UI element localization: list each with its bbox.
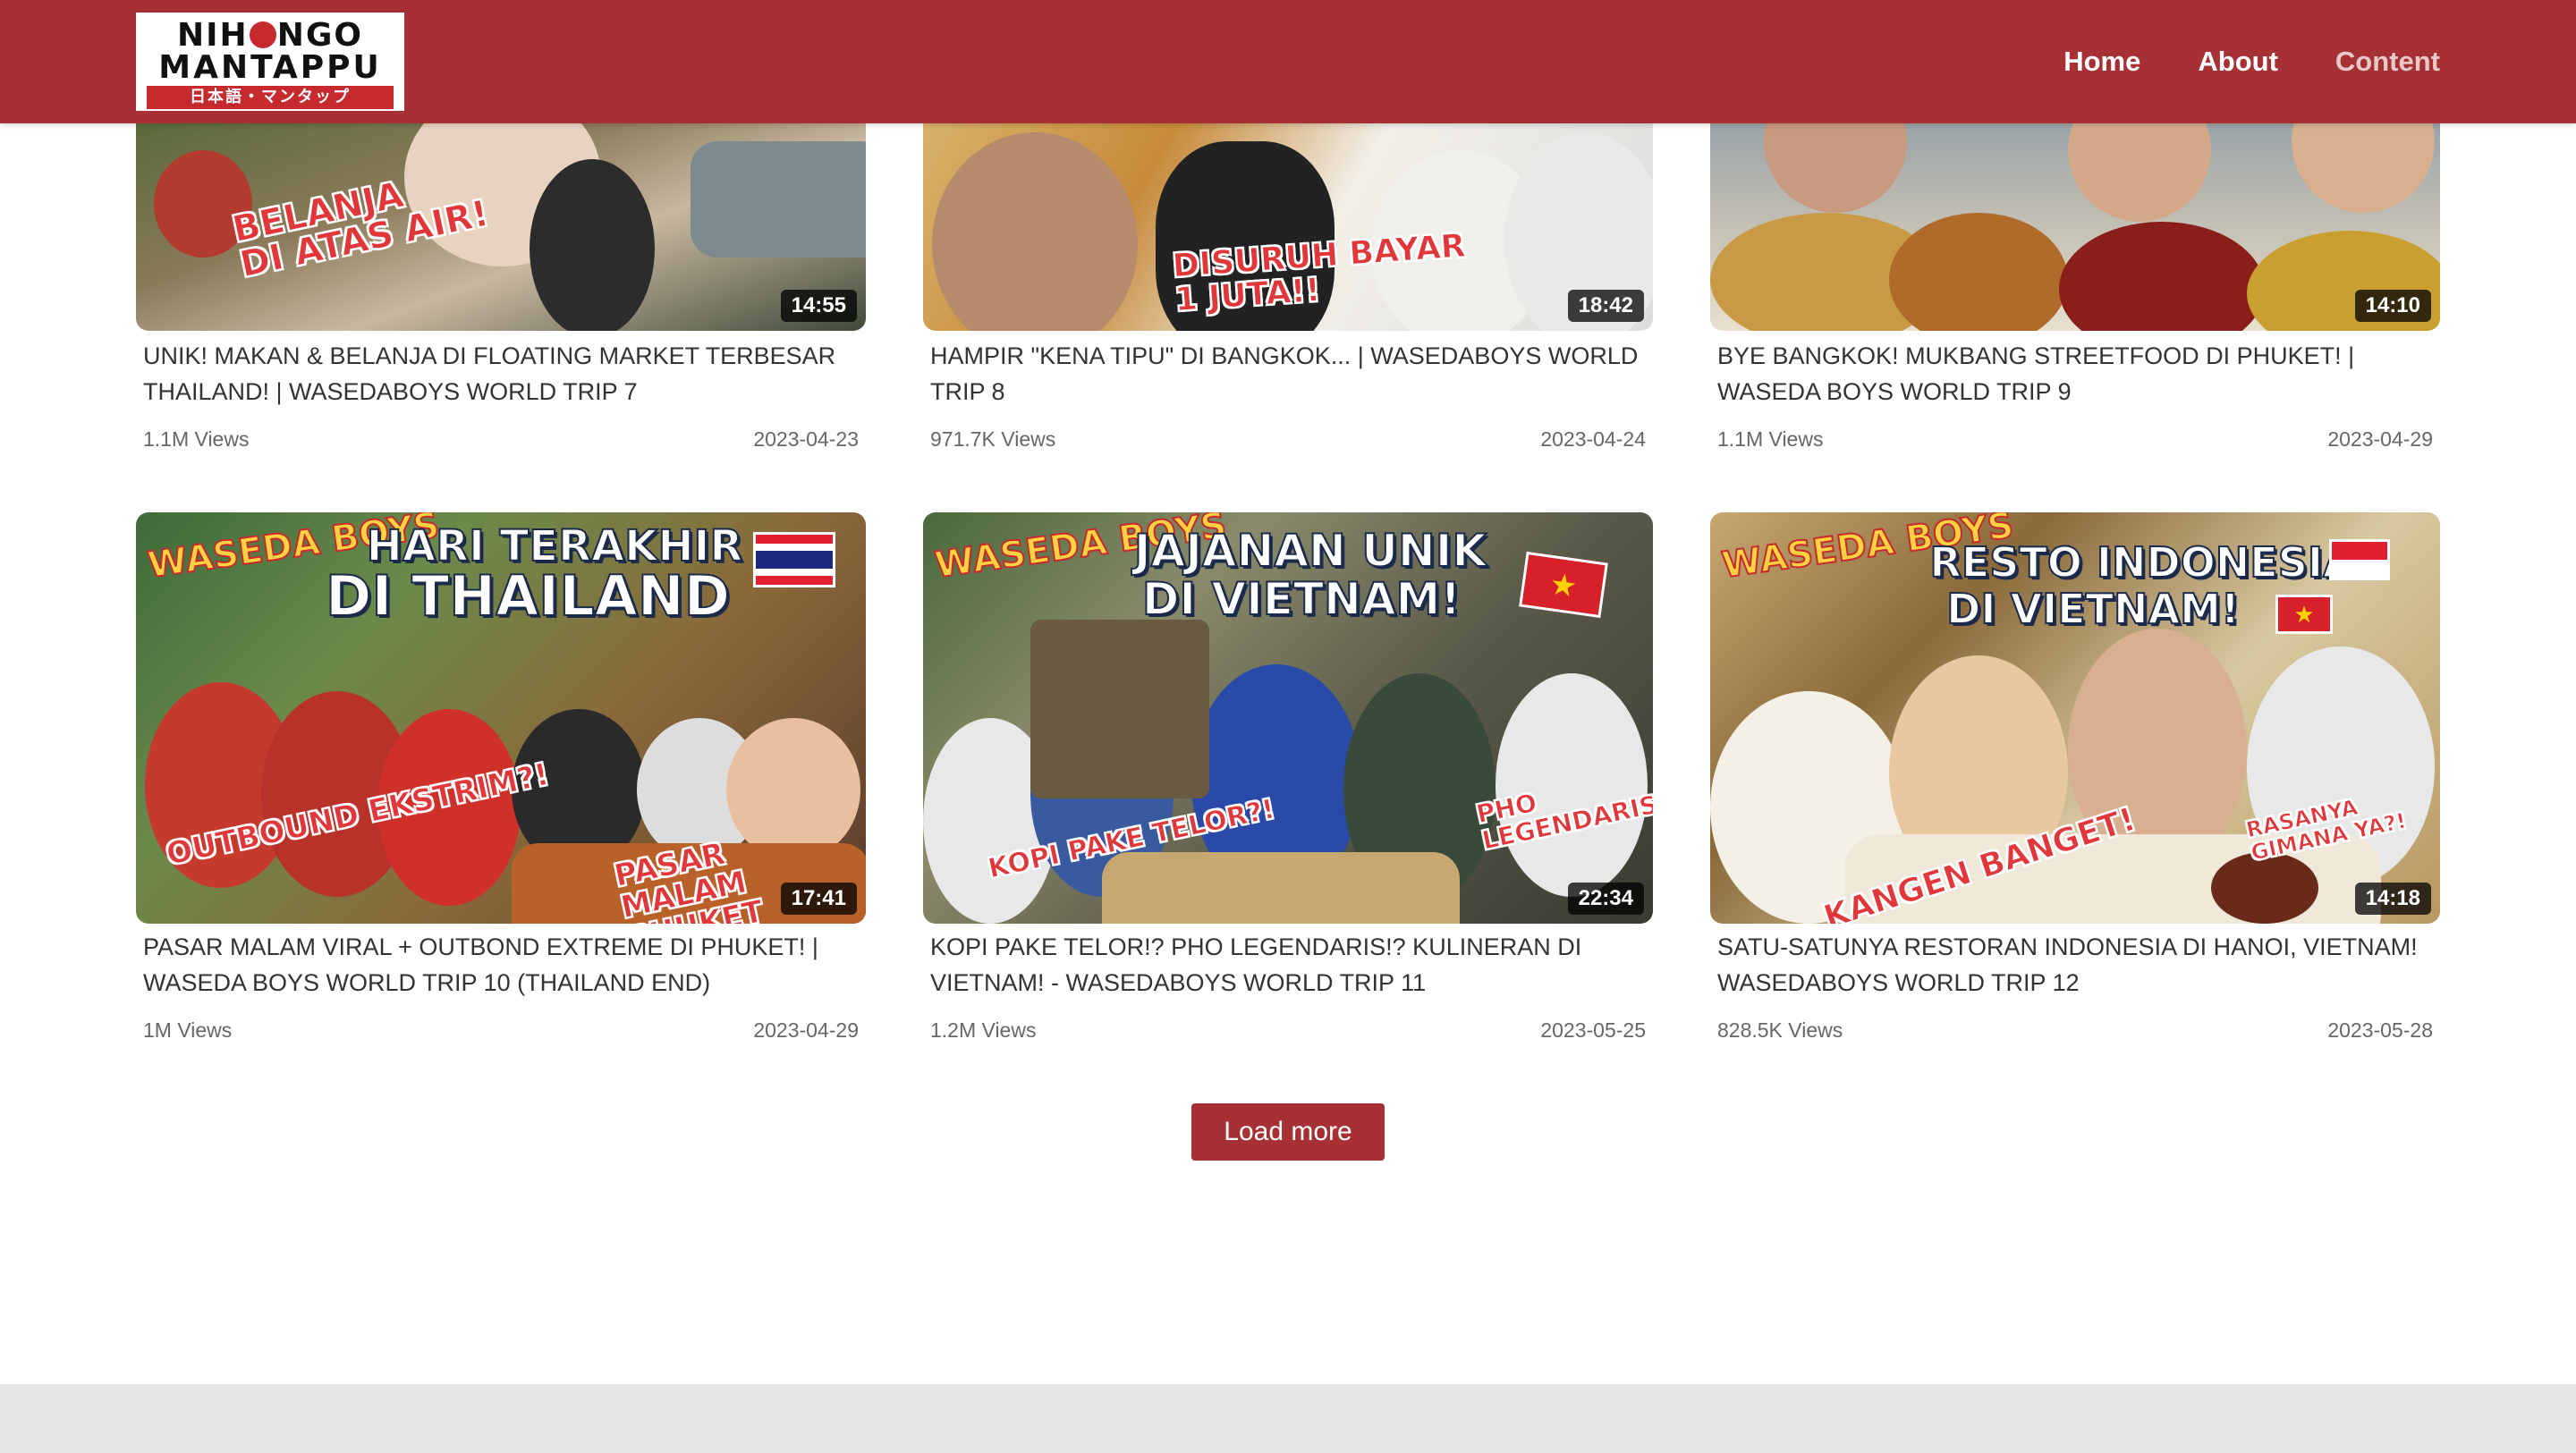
video-meta: 828.5K Views 2023-05-28	[1717, 1018, 2433, 1043]
video-card[interactable]: 14:10 BYE BANGKOK! MUKBANG STREETFOOD DI…	[1710, 123, 2440, 451]
video-card[interactable]: WASEDA BOYS JAJANAN UNIK DI VIETNAM! ★ KO…	[923, 512, 1653, 1042]
video-card[interactable]: WASEDA BOYS RESTO INDONESIA DI VIETNAM! ★…	[1710, 512, 2440, 1042]
video-title[interactable]: UNIK! MAKAN & BELANJA DI FLOATING MARKET…	[143, 338, 859, 410]
video-title[interactable]: HAMPIR "KENA TIPU" DI BANGKOK... | WASED…	[930, 338, 1646, 410]
vietnam-flag-icon: ★	[1519, 551, 1608, 619]
video-meta: 1.1M Views 2023-04-29	[1717, 427, 2433, 452]
thailand-flag-icon	[753, 532, 835, 587]
video-title[interactable]: KOPI PAKE TELOR!? PHO LEGENDARIS!? KULIN…	[930, 929, 1646, 1001]
thumbnail-image	[1710, 123, 2440, 331]
video-title[interactable]: SATU-SATUNYA RESTORAN INDONESIA DI HANOI…	[1717, 929, 2433, 1001]
logo-text-japanese: 日本語・マンタップ	[147, 86, 394, 109]
publish-date: 2023-05-28	[2327, 1018, 2433, 1042]
view-count: 1.2M Views	[930, 1018, 1037, 1042]
duration-badge: 17:41	[780, 883, 857, 915]
site-logo[interactable]: NIH NGO MANTAPPU 日本語・マンタップ	[136, 13, 404, 111]
video-thumbnail[interactable]: WASEDA BOYS HARI TERAKHIR DI THAILAND OUT…	[136, 512, 866, 924]
nav-about[interactable]: About	[2198, 46, 2278, 78]
page: NIH NGO MANTAPPU 日本語・マンタップ Home About Con…	[0, 0, 2576, 1453]
vietnam-flag-icon: ★	[2275, 595, 2333, 634]
video-meta: 1M Views 2023-04-29	[143, 1018, 859, 1043]
publish-date: 2023-04-23	[753, 427, 859, 451]
video-card[interactable]: BELANJA DI ATAS AIR! 14:55 UNIK! MAKAN & …	[136, 123, 866, 451]
video-thumbnail[interactable]: WASEDA BOYS JAJANAN UNIK DI VIETNAM! ★ KO…	[923, 512, 1653, 924]
view-count: 1M Views	[143, 1018, 233, 1042]
duration-badge: 14:10	[2354, 290, 2431, 322]
main-nav: Home About Content	[2063, 0, 2440, 123]
view-count: 1.1M Views	[143, 427, 250, 451]
publish-date: 2023-05-25	[1540, 1018, 1646, 1042]
duration-badge: 14:18	[2354, 883, 2431, 915]
logo-text-nihongo: NIH NGO	[177, 17, 363, 54]
video-thumbnail[interactable]: WASEDA BOYS RESTO INDONESIA DI VIETNAM! ★…	[1710, 512, 2440, 924]
nav-content[interactable]: Content	[2335, 46, 2440, 78]
publish-date: 2023-04-29	[2327, 427, 2433, 451]
logo-red-dot	[249, 21, 276, 48]
duration-badge: 18:42	[1567, 290, 1644, 322]
publish-date: 2023-04-24	[1540, 427, 1646, 451]
load-more-button[interactable]: Load more	[1191, 1103, 1385, 1161]
footer	[0, 1384, 2576, 1453]
video-meta: 971.7K Views 2023-04-24	[930, 427, 1646, 452]
duration-badge: 14:55	[780, 290, 857, 322]
site-header: NIH NGO MANTAPPU 日本語・マンタップ Home About Con…	[0, 0, 2576, 123]
video-card[interactable]: WASEDA BOYS HARI TERAKHIR DI THAILAND OUT…	[136, 512, 866, 1042]
publish-date: 2023-04-29	[753, 1018, 859, 1042]
video-meta: 1.1M Views 2023-04-23	[143, 427, 859, 452]
video-card[interactable]: DISURUH BAYAR 1 JUTA!! 18:42 HAMPIR "KENA…	[923, 123, 1653, 451]
duration-badge: 22:34	[1567, 883, 1644, 915]
video-thumbnail[interactable]: BELANJA DI ATAS AIR! 14:55	[136, 123, 866, 331]
logo-text-mantappu: MANTAPPU	[158, 49, 382, 86]
indonesia-flag-icon	[2329, 539, 2390, 580]
video-meta: 1.2M Views 2023-05-25	[930, 1018, 1646, 1043]
video-thumbnail[interactable]: 14:10	[1710, 123, 2440, 331]
video-title[interactable]: BYE BANGKOK! MUKBANG STREETFOOD DI PHUKE…	[1717, 338, 2433, 410]
view-count: 1.1M Views	[1717, 427, 1824, 451]
video-title[interactable]: PASAR MALAM VIRAL + OUTBOND EXTREME DI P…	[143, 929, 859, 1001]
nav-home[interactable]: Home	[2063, 46, 2140, 78]
video-thumbnail[interactable]: DISURUH BAYAR 1 JUTA!! 18:42	[923, 123, 1653, 331]
view-count: 971.7K Views	[930, 427, 1056, 451]
view-count: 828.5K Views	[1717, 1018, 1843, 1042]
